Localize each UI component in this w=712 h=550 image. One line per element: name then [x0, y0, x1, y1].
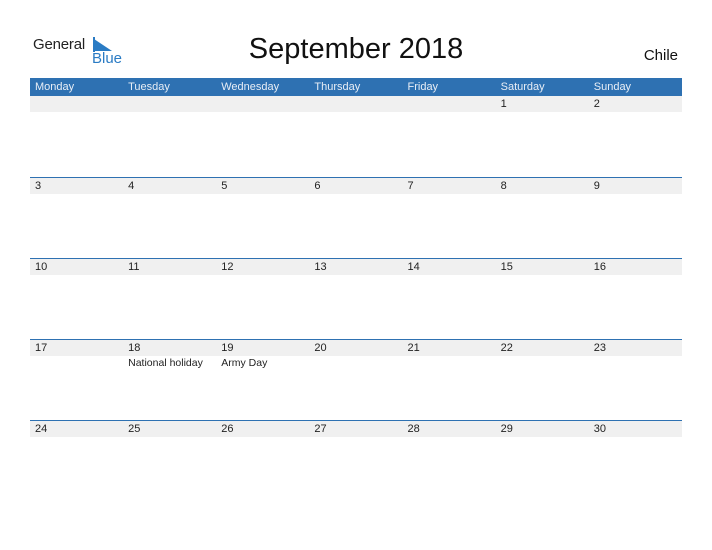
week-row: 12 — [30, 96, 682, 112]
day-number — [403, 96, 496, 112]
holiday-label — [403, 356, 496, 370]
page-title: September 2018 — [248, 33, 464, 65]
week-row: 3 4 5 6 7 8 9 — [30, 177, 682, 194]
day-number: 15 — [500, 261, 513, 273]
week-row: 17 18 19 20 21 22 23 National holiday Army Day — [30, 339, 682, 370]
weekday-wednesday: Wednesday — [221, 81, 280, 93]
day-number — [309, 96, 402, 112]
week-row: 10 11 12 13 14 15 16 — [30, 258, 682, 275]
day-number: 7 — [407, 180, 414, 192]
day-number: 25 — [128, 423, 141, 435]
holiday-label — [30, 356, 123, 370]
weekday-friday: Friday — [407, 81, 439, 93]
day-number: 20 — [314, 342, 327, 354]
day-number: 17 — [35, 342, 48, 354]
weekday-header: Monday Tuesday Wednesday Thursday Friday… — [30, 78, 682, 96]
day-number: 21 — [407, 342, 420, 354]
holiday-label — [309, 356, 402, 370]
day-number: 24 — [35, 423, 48, 435]
day-number: 14 — [407, 261, 420, 273]
day-number-row: 24 25 26 27 28 29 30 — [30, 421, 682, 437]
day-number: 6 — [314, 180, 321, 192]
day-number — [30, 96, 123, 112]
day-number-row: 3 4 5 6 7 8 9 — [30, 178, 682, 194]
day-number — [216, 96, 309, 112]
day-number-row: 17 18 19 20 21 22 23 — [30, 340, 682, 356]
week-row: 24 25 26 27 28 29 30 — [30, 420, 682, 437]
holiday-label: National holiday — [128, 357, 203, 369]
holiday-label: Army Day — [221, 357, 268, 369]
weekday-sunday: Sunday — [593, 81, 632, 93]
weekday-saturday: Saturday — [500, 81, 545, 93]
day-number — [123, 96, 216, 112]
day-number: 9 — [593, 180, 600, 192]
day-number: 26 — [221, 423, 234, 435]
day-number: 16 — [593, 261, 606, 273]
day-number: 28 — [407, 423, 420, 435]
weekday-thursday: Thursday — [314, 81, 361, 93]
country-label: Chile — [643, 47, 678, 64]
day-number: 19 — [221, 342, 234, 354]
day-number: 4 — [128, 180, 135, 192]
day-number: 3 — [35, 180, 42, 192]
day-number: 22 — [500, 342, 513, 354]
weekday-monday: Monday — [35, 81, 75, 93]
day-number: 23 — [593, 342, 606, 354]
holiday-label — [496, 356, 589, 370]
day-number: 27 — [314, 423, 327, 435]
day-number: 18 — [128, 342, 141, 354]
day-number: 2 — [593, 98, 600, 110]
day-number-row: 12 — [30, 96, 682, 112]
day-number: 8 — [500, 180, 507, 192]
day-number: 30 — [593, 423, 606, 435]
holiday-label — [589, 356, 682, 370]
day-number: 13 — [314, 261, 327, 273]
day-number: 29 — [500, 423, 513, 435]
day-number: 10 — [35, 261, 48, 273]
weekday-tuesday: Tuesday — [128, 81, 170, 93]
event-row: National holiday Army Day — [30, 356, 682, 370]
day-number: 11 — [128, 261, 140, 273]
day-number: 12 — [221, 261, 234, 273]
day-number: 5 — [221, 180, 228, 192]
day-number: 1 — [500, 98, 507, 110]
day-number-row: 10 11 12 13 14 15 16 — [30, 259, 682, 275]
